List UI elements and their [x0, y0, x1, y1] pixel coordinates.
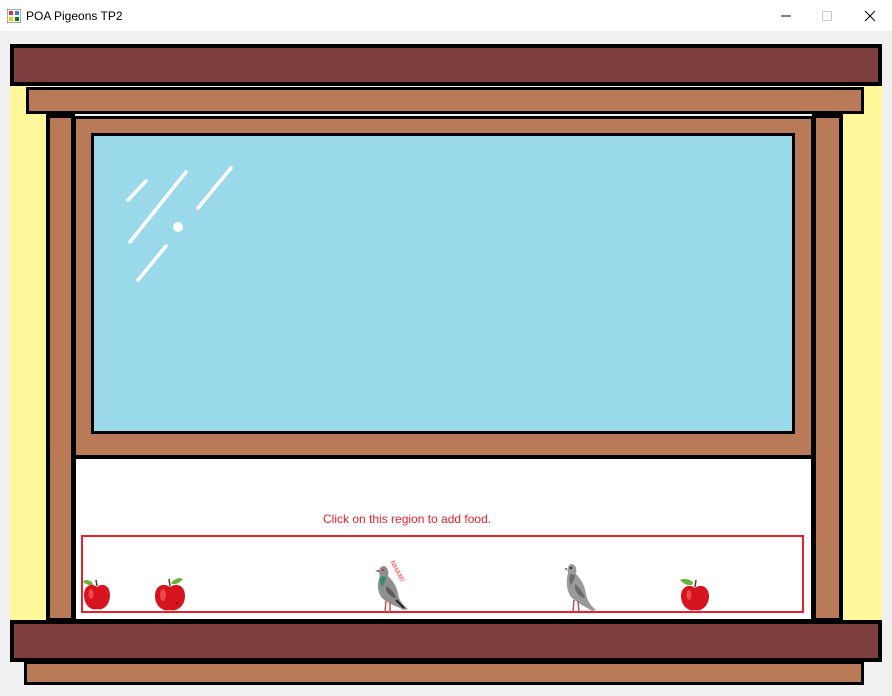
bottom-ledge [24, 661, 864, 685]
app-icon [7, 9, 21, 23]
close-icon [864, 10, 876, 21]
minimize-button[interactable] [765, 0, 807, 31]
apple-icon[interactable] [153, 575, 187, 613]
maximize-button[interactable] [806, 0, 848, 31]
left-post [46, 114, 75, 622]
food-region-label: Click on this region to add food. [323, 512, 492, 526]
maximize-icon [822, 10, 832, 21]
wall-right [841, 85, 882, 620]
right-post [812, 114, 843, 622]
top-cornice [10, 44, 882, 86]
apple-icon[interactable] [679, 576, 711, 613]
apple-icon[interactable] [82, 576, 112, 612]
pigeon-icon[interactable] [562, 560, 600, 614]
close-button[interactable] [849, 0, 891, 31]
glass-reflection-icon [126, 166, 233, 282]
title-bar: POA Pigeons TP2 [0, 0, 892, 31]
bottom-sill [10, 620, 882, 662]
wall-left [10, 85, 48, 620]
minimize-icon [781, 15, 791, 16]
top-ledge [26, 87, 864, 114]
window-title: POA Pigeons TP2 [26, 9, 123, 23]
svg-text:NHAM!: NHAM! [388, 560, 405, 584]
eating-label: NHAM! [388, 560, 405, 584]
